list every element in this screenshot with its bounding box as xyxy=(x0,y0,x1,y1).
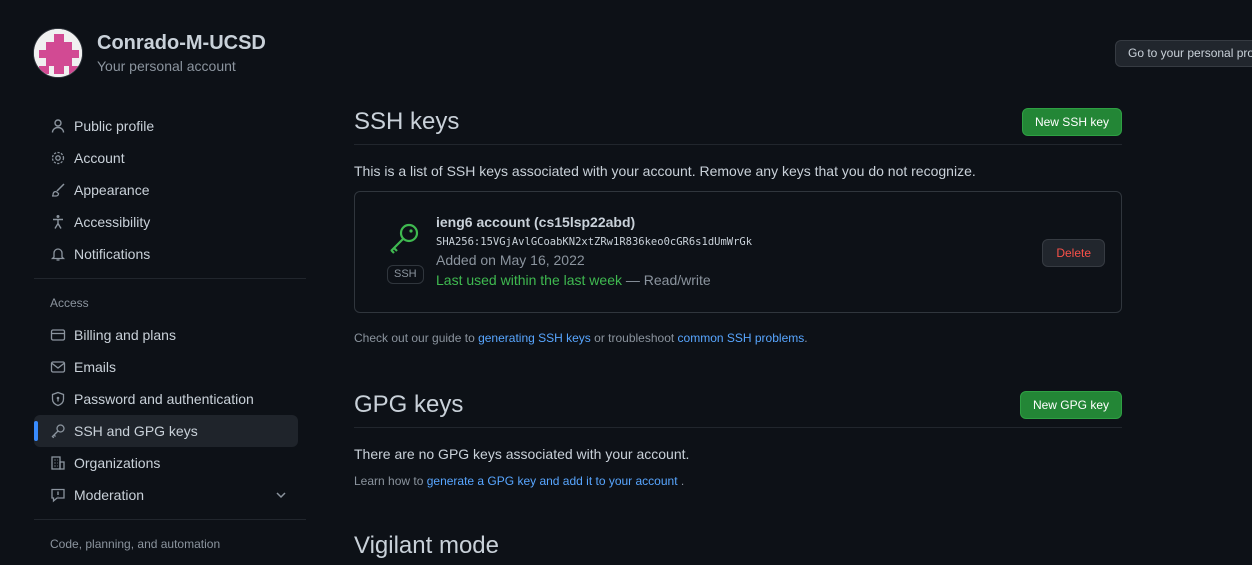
sidebar-item-label: Appearance xyxy=(74,182,150,198)
sidebar-item-billing[interactable]: Billing and plans xyxy=(34,319,298,351)
account-subtitle: Your personal account xyxy=(97,58,236,74)
sidebar-heading-access: Access xyxy=(50,296,89,310)
gpg-keys-title: GPG keys xyxy=(354,391,464,418)
report-icon xyxy=(50,487,66,503)
accessibility-icon xyxy=(50,214,66,230)
gpg-section-header: GPG keys New GPG key xyxy=(354,383,1122,428)
sidebar-item-label: Notifications xyxy=(74,246,151,262)
sidebar-heading-code: Code, planning, and automation xyxy=(50,537,221,551)
identicon-icon xyxy=(34,29,82,77)
sidebar-item-label: SSH and GPG keys xyxy=(74,423,198,439)
key-icon xyxy=(50,423,66,439)
paintbrush-icon xyxy=(50,182,66,198)
sidebar-item-label: Billing and plans xyxy=(74,327,176,343)
sidebar-item-organizations[interactable]: Organizations xyxy=(34,447,298,479)
gear-icon xyxy=(50,150,66,166)
sidebar-item-account[interactable]: Account xyxy=(34,142,298,174)
ssh-badge: SSH xyxy=(387,265,424,284)
generating-ssh-keys-link[interactable]: generating SSH keys xyxy=(478,331,591,345)
go-to-profile-button[interactable]: Go to your personal profile xyxy=(1115,40,1252,67)
sidebar-item-appearance[interactable]: Appearance xyxy=(34,174,298,206)
sidebar-item-notifications[interactable]: Notifications xyxy=(34,238,298,270)
ssh-key-item: SSH ieng6 account (cs15lsp22abd) SHA256:… xyxy=(354,191,1122,313)
ssh-key-name: ieng6 account (cs15lsp22abd) xyxy=(436,214,636,230)
gpg-help-note: Learn how to generate a GPG key and add … xyxy=(354,474,1122,488)
sidebar-item-label: Accessibility xyxy=(74,214,151,230)
sidebar-item-ssh-gpg-keys[interactable]: SSH and GPG keys xyxy=(34,415,298,447)
sidebar-item-label: Moderation xyxy=(74,487,145,503)
delete-ssh-key-button[interactable]: Delete xyxy=(1042,239,1105,267)
generate-gpg-key-link[interactable]: generate a GPG key and add it to your ac… xyxy=(427,474,678,488)
sidebar-item-label: Password and authentication xyxy=(74,391,254,407)
ssh-description: This is a list of SSH keys associated wi… xyxy=(354,163,976,179)
common-ssh-problems-link[interactable]: common SSH problems xyxy=(678,331,805,345)
ssh-help-note: Check out our guide to generating SSH ke… xyxy=(354,331,1122,345)
avatar[interactable] xyxy=(33,28,83,78)
person-icon xyxy=(50,118,66,134)
sidebar-item-public-profile[interactable]: Public profile xyxy=(34,110,298,142)
sidebar-item-emails[interactable]: Emails xyxy=(34,351,298,383)
ssh-keys-title: SSH keys xyxy=(354,108,460,135)
sidebar-item-accessibility[interactable]: Accessibility xyxy=(34,206,298,238)
mail-icon xyxy=(50,359,66,375)
chevron-down-icon[interactable] xyxy=(274,488,288,502)
gpg-note-prefix: Learn how to xyxy=(354,474,427,488)
ssh-key-access: — Read/write xyxy=(622,272,711,288)
organization-icon xyxy=(50,455,66,471)
gpg-note-suffix: . xyxy=(677,474,685,488)
sidebar-divider xyxy=(34,519,306,520)
new-ssh-key-button[interactable]: New SSH key xyxy=(1021,108,1122,136)
ssh-key-fingerprint: SHA256:15VGjAvlGCoabKN2xtZRw1R836keo0cGR… xyxy=(436,236,753,248)
ssh-key-last-used: Last used within the last week xyxy=(436,272,622,288)
sidebar-item-password[interactable]: Password and authentication xyxy=(34,383,298,415)
ssh-note-middle: or troubleshoot xyxy=(590,331,678,345)
ssh-key-usage: Last used within the last week — Read/wr… xyxy=(436,272,752,288)
sidebar-item-moderation[interactable]: Moderation xyxy=(34,479,298,511)
gpg-description: There are no GPG keys associated with yo… xyxy=(354,446,690,462)
ssh-note-suffix: . xyxy=(804,331,808,345)
account-header: Conrado-M-UCSD Your personal account xyxy=(33,28,266,78)
account-name: Conrado-M-UCSD xyxy=(97,32,266,54)
ssh-key-added-date: Added on May 16, 2022 xyxy=(436,252,585,268)
new-gpg-key-button[interactable]: New GPG key xyxy=(1019,391,1122,419)
ssh-note-prefix: Check out our guide to xyxy=(354,331,479,345)
ssh-section-header: SSH keys New SSH key xyxy=(354,100,1122,145)
settings-sidebar: Public profile Account Appearance Access… xyxy=(34,110,306,560)
key-icon xyxy=(390,223,419,254)
vigilant-mode-title: Vigilant mode xyxy=(354,532,499,559)
sidebar-divider xyxy=(34,278,306,279)
gpg-section: GPG keys New GPG key There are no GPG ke… xyxy=(354,383,1122,488)
sidebar-item-label: Emails xyxy=(74,359,117,375)
sidebar-item-label: Account xyxy=(74,150,125,166)
credit-card-icon xyxy=(50,327,66,343)
shield-lock-icon xyxy=(50,391,66,407)
sidebar-item-label: Organizations xyxy=(74,455,161,471)
sidebar-item-label: Public profile xyxy=(74,118,155,134)
main-content: SSH keys New SSH key This is a list of S… xyxy=(354,100,1122,560)
bell-icon xyxy=(50,246,66,262)
